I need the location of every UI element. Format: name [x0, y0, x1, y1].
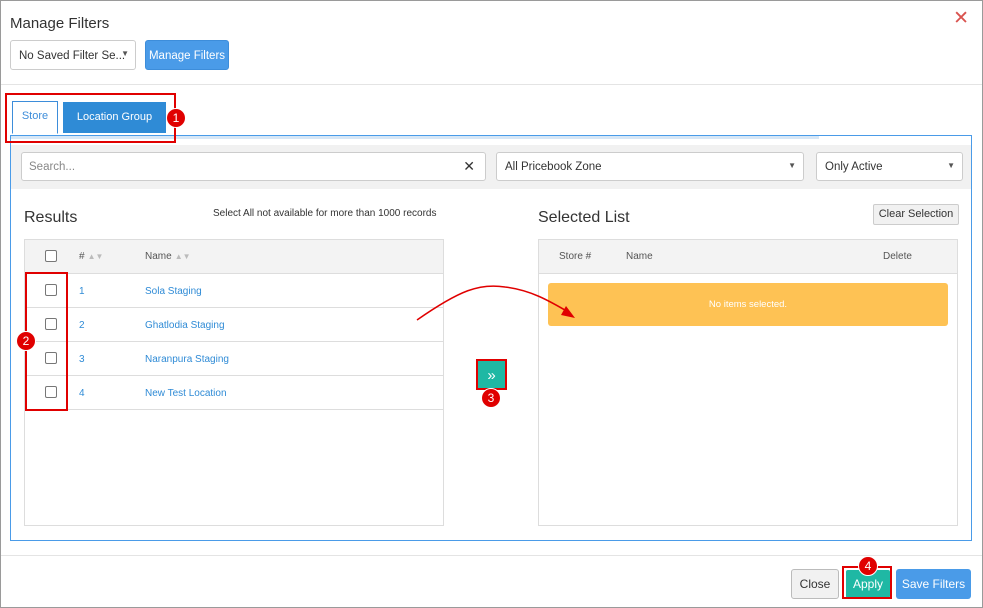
row-checkbox[interactable] — [45, 318, 57, 330]
results-table: # ▲▼ Name ▲▼ 1 Sola Staging 2 Ghatlodia St… — [24, 239, 444, 526]
manage-filters-button[interactable]: Manage Filters — [145, 40, 229, 70]
saved-filter-select[interactable]: No Saved Filter Se... ▼ — [10, 40, 136, 70]
row-name[interactable]: Ghatlodia Staging — [145, 320, 225, 331]
row-checkbox[interactable] — [45, 284, 57, 296]
empty-selection-message: No items selected. — [548, 283, 948, 326]
divider — [1, 84, 982, 85]
column-header-name: Name — [626, 251, 653, 262]
row-checkbox[interactable] — [45, 386, 57, 398]
annotation-badge-2: 2 — [16, 331, 36, 351]
annotation-badge-3: 3 — [481, 388, 501, 408]
row-name[interactable]: New Test Location — [145, 388, 227, 399]
selected-table: Store # Name Delete No items selected. — [538, 239, 958, 526]
column-header-name-label: Name — [145, 251, 172, 262]
column-header-number[interactable]: # ▲▼ — [79, 251, 103, 262]
search-box: ✕ — [21, 152, 486, 181]
caret-down-icon: ▼ — [947, 161, 955, 170]
caret-down-icon: ▼ — [788, 161, 796, 170]
pricebook-zone-select[interactable]: All Pricebook Zone ▼ — [496, 152, 804, 181]
table-row: 1 Sola Staging — [25, 274, 443, 308]
row-number[interactable]: 1 — [79, 286, 85, 297]
move-selected-button[interactable]: » — [476, 359, 507, 390]
save-filters-button[interactable]: Save Filters — [896, 569, 971, 599]
close-button[interactable]: Close — [791, 569, 839, 599]
dialog-title: Manage Filters — [10, 15, 110, 32]
sort-icon: ▲▼ — [174, 252, 191, 261]
results-note: Select All not available for more than 1… — [213, 208, 437, 219]
double-chevron-right-icon: » — [487, 367, 496, 384]
row-number[interactable]: 2 — [79, 320, 85, 331]
column-header-number-label: # — [79, 251, 85, 262]
clear-search-icon[interactable]: ✕ — [463, 159, 475, 173]
clear-selection-button[interactable]: Clear Selection — [873, 204, 959, 225]
results-title: Results — [24, 209, 78, 226]
row-name[interactable]: Naranpura Staging — [145, 354, 229, 365]
row-checkbox[interactable] — [45, 352, 57, 364]
column-header-store: Store # — [559, 251, 592, 262]
annotation-badge-4: 4 — [858, 556, 878, 576]
status-value: Only Active — [825, 161, 883, 173]
filter-panel: ✕ All Pricebook Zone ▼ Only Active ▼ Res… — [10, 135, 972, 541]
saved-filter-value: No Saved Filter Se... — [19, 50, 126, 62]
pricebook-zone-value: All Pricebook Zone — [505, 161, 602, 173]
tab-store[interactable]: Store — [12, 101, 58, 134]
status-select[interactable]: Only Active ▼ — [816, 152, 963, 181]
annotation-badge-1: 1 — [166, 108, 186, 128]
results-header: # ▲▼ Name ▲▼ — [25, 240, 443, 274]
column-header-delete: Delete — [883, 251, 912, 262]
column-header-name[interactable]: Name ▲▼ — [145, 251, 191, 262]
row-number[interactable]: 4 — [79, 388, 85, 399]
caret-down-icon: ▼ — [121, 49, 129, 58]
close-icon[interactable]: ✕ — [953, 9, 969, 28]
select-all-checkbox[interactable] — [45, 250, 57, 262]
row-name[interactable]: Sola Staging — [145, 286, 202, 297]
tab-location-group[interactable]: Location Group — [63, 102, 166, 133]
row-number[interactable]: 3 — [79, 354, 85, 365]
table-row: 2 Ghatlodia Staging — [25, 308, 443, 342]
divider — [1, 555, 982, 556]
panel-accent-bar — [11, 136, 819, 139]
sort-icon: ▲▼ — [87, 252, 104, 261]
selected-list-title: Selected List — [538, 209, 630, 226]
table-row: 3 Naranpura Staging — [25, 342, 443, 376]
table-row: 4 New Test Location — [25, 376, 443, 410]
search-input[interactable] — [22, 153, 442, 180]
selected-header: Store # Name Delete — [539, 240, 957, 274]
